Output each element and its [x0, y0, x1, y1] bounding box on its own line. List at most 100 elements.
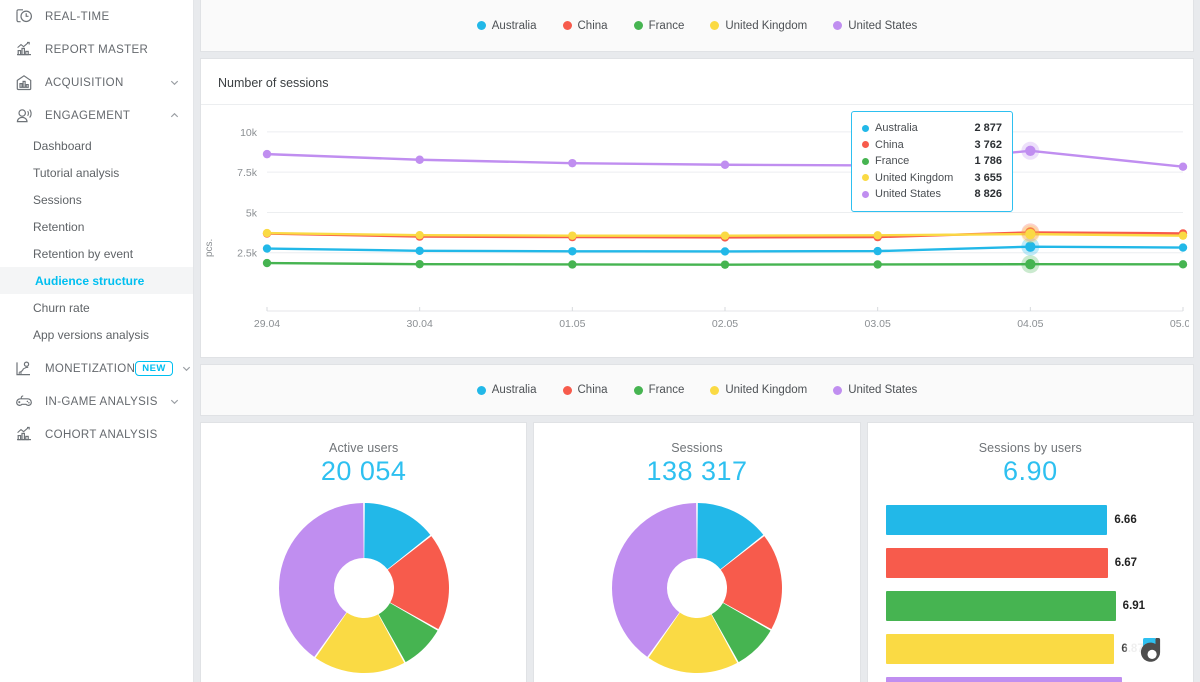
data-point[interactable]	[262, 228, 272, 238]
sidebar-subitem-retention-by-event[interactable]: Retention by event	[0, 240, 193, 267]
data-point[interactable]	[720, 160, 730, 169]
active-users-card: Active users 20 054	[200, 422, 528, 682]
legend-item-france[interactable]: France	[633, 384, 685, 396]
sidebar-item-cohort-analysis[interactable]: COHORT ANALYSIS	[0, 418, 193, 451]
tooltip-row: Australia 2 877	[862, 120, 1002, 137]
data-point[interactable]	[720, 260, 730, 269]
data-point[interactable]	[568, 231, 577, 240]
bar-china[interactable]	[885, 547, 1108, 578]
data-point[interactable]	[262, 149, 272, 159]
x-axis-tick: 02.05	[712, 318, 738, 330]
monetization-icon	[13, 358, 35, 380]
bar-australia[interactable]	[885, 504, 1108, 535]
data-point[interactable]	[415, 246, 424, 255]
y-axis-tick: 10k	[240, 127, 258, 139]
sidebar-subitem-churn-rate[interactable]: Churn rate	[0, 294, 193, 321]
data-point[interactable]	[568, 260, 577, 269]
bar-united-states[interactable]	[885, 676, 1122, 682]
acquisition-bars-icon	[13, 72, 35, 94]
data-point[interactable]	[415, 155, 424, 164]
brand-logo-badge[interactable]	[1126, 623, 1183, 679]
x-axis-tick: 01.05	[559, 318, 585, 330]
sidebar-subitem-tutorial-analysis[interactable]: Tutorial analysis	[0, 159, 193, 186]
bar-france[interactable]	[885, 590, 1116, 621]
legend-item-australia[interactable]: Australia	[476, 384, 537, 396]
sessions-card: Sessions 138 317	[533, 422, 861, 682]
tooltip-series-label: France	[875, 155, 910, 168]
data-point[interactable]	[720, 231, 730, 240]
tooltip-series-value: 3 762	[974, 138, 1002, 151]
sidebar-subitem-dashboard[interactable]: Dashboard	[0, 132, 193, 159]
sidebar-subitem-label: Retention by event	[33, 246, 134, 261]
data-point[interactable]	[1178, 231, 1188, 240]
data-point[interactable]	[262, 258, 272, 268]
legend-item-united-states[interactable]: United States	[833, 384, 917, 396]
data-point[interactable]	[1178, 162, 1188, 171]
legend-label: United States	[848, 384, 918, 396]
series-color-dot	[833, 385, 843, 395]
chevron-up-icon[interactable]	[167, 109, 181, 123]
sidebar-item-label: REPORT MASTER	[45, 43, 149, 56]
data-point[interactable]	[1025, 259, 1036, 270]
y-axis-tick: 5k	[246, 207, 258, 219]
y-axis-tick: 7.5k	[237, 167, 258, 179]
sidebar-subitem-retention[interactable]: Retention	[0, 213, 193, 240]
data-point[interactable]	[568, 158, 577, 168]
data-point[interactable]	[262, 244, 272, 253]
chevron-down-icon[interactable]	[180, 362, 193, 376]
card-value: 6.90	[1003, 456, 1058, 486]
sidebar-subitem-app-versions-analysis[interactable]: App versions analysis	[0, 321, 193, 348]
data-point[interactable]	[415, 259, 424, 269]
series-color-dot	[633, 385, 643, 395]
data-point[interactable]	[415, 230, 424, 240]
legend-bottom: Australia China France United Kingdom United…	[200, 364, 1194, 416]
series-color-dot	[476, 385, 486, 395]
tooltip-row: United Kingdom 3 655	[862, 170, 1002, 187]
sidebar-subitem-audience-structure[interactable]: Audience structure	[0, 267, 193, 294]
sidebar-item-acquisition[interactable]: ACQUISITION	[0, 66, 193, 99]
chevron-down-icon[interactable]	[167, 76, 181, 90]
legend-item-china[interactable]: China	[562, 384, 608, 396]
active-users-donut[interactable]	[201, 495, 526, 681]
sidebar-item-monetization[interactable]: MONETIZATION NEW	[0, 352, 193, 385]
bar-united-kingdom[interactable]	[885, 633, 1115, 664]
y-axis-tick: 2.5k	[237, 248, 258, 260]
data-point[interactable]	[1025, 145, 1036, 157]
sidebar-item-report-master[interactable]: REPORT MASTER	[0, 33, 193, 66]
tooltip-row: China 3 762	[862, 137, 1002, 154]
sidebar-item-engagement[interactable]: ENGAGEMENT	[0, 99, 193, 132]
chevron-down-icon[interactable]	[167, 395, 181, 409]
data-point[interactable]	[1178, 243, 1188, 252]
sessions-by-users-card: Sessions by users 6.90 6.666.676.916.877…	[866, 422, 1194, 682]
legend-item-china[interactable]: China	[562, 20, 608, 32]
legend-item-united-states[interactable]: United States	[833, 20, 917, 32]
data-point[interactable]	[720, 247, 730, 256]
series-color-dot	[633, 21, 643, 30]
x-axis-tick: 29.04	[254, 318, 280, 330]
data-point[interactable]	[873, 246, 882, 256]
legend-label: France	[648, 384, 685, 396]
data-point[interactable]	[873, 260, 882, 269]
data-point[interactable]	[1025, 228, 1036, 240]
legend-label: Australia	[491, 19, 537, 32]
data-point[interactable]	[568, 247, 577, 256]
legend-item-france[interactable]: France	[633, 19, 685, 32]
sessions-donut[interactable]	[534, 495, 859, 681]
sidebar-item-real-time[interactable]: REAL-TIME	[0, 0, 193, 33]
sidebar-item-in-game-analysis[interactable]: IN-GAME ANALYSIS	[0, 385, 193, 418]
line-chart-title: Number of sessions	[201, 59, 1193, 105]
legend-item-united-kingdom[interactable]: United Kingdom	[710, 20, 807, 32]
line-chart-area[interactable]: pcs. 10k 7.5k 5k 2.5k 29.04 30.04 01.05 02.05 03…	[201, 105, 1196, 357]
sidebar-subitem-sessions[interactable]: Sessions	[0, 186, 193, 213]
line-chart-svg[interactable]: 10k 7.5k 5k 2.5k 29.04 30.04 01.05 02.05 03.05 04…	[201, 105, 1196, 357]
legend-label: France	[648, 19, 685, 32]
legend-label: China	[577, 384, 608, 396]
legend-item-united-kingdom[interactable]: United Kingdom	[710, 384, 807, 396]
tooltip-series-label: China	[875, 138, 904, 151]
sidebar-subitem-label: Audience structure	[35, 273, 145, 288]
new-badge: NEW	[135, 360, 173, 377]
data-point[interactable]	[873, 231, 882, 240]
card-value: 138 317	[646, 456, 748, 486]
data-point[interactable]	[1178, 260, 1188, 269]
legend-item-australia[interactable]: Australia	[476, 19, 537, 32]
